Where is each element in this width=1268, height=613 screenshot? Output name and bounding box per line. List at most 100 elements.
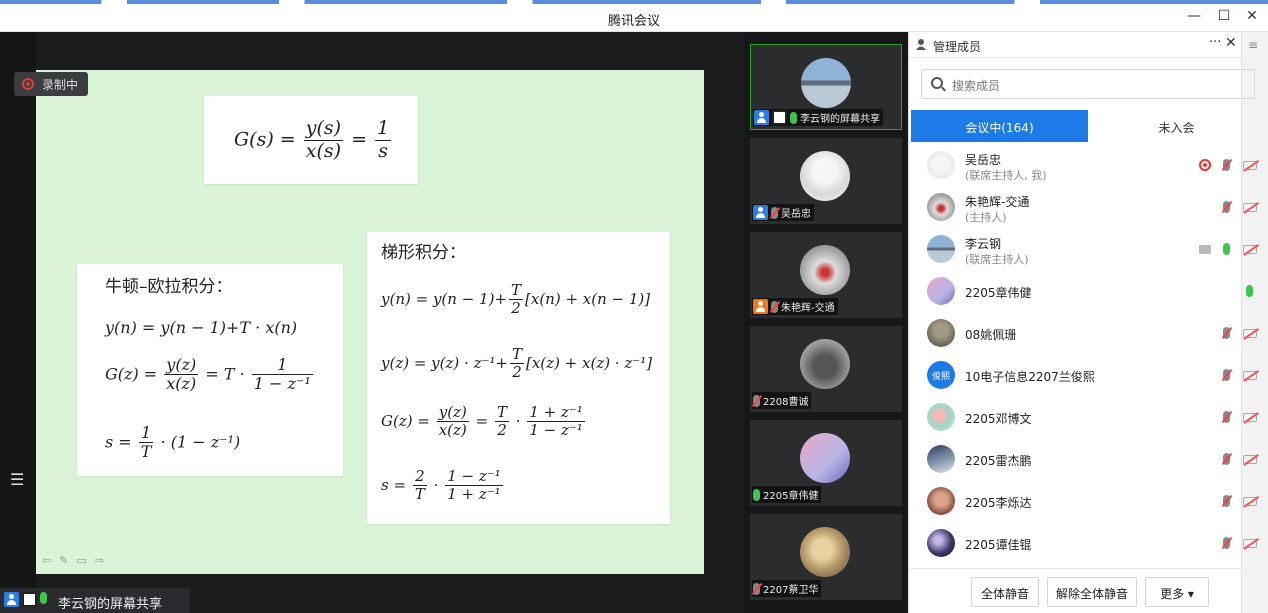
trap-eq2: y(z) = y(z) · z⁻¹+ T 2 [x(z) + x(z) · z⁻¹] bbox=[381, 345, 653, 382]
maximize-icon[interactable]: ☐ bbox=[1212, 8, 1236, 24]
tab-in-meeting[interactable]: 会议中(164) bbox=[911, 110, 1088, 142]
trap-eq3-f3-den: 1 − z⁻¹ bbox=[529, 421, 583, 440]
avatar bbox=[927, 319, 955, 347]
avatar bbox=[800, 339, 850, 389]
euler-eq3-lhs: s = bbox=[105, 432, 132, 452]
video-strip: 李云钢的屏幕共享 吴岳忠 朱艳辉-交通 2208曹诚 2205章伟健 2207蔡… bbox=[744, 32, 908, 613]
trap-eq3-lhs: G(z) = bbox=[381, 411, 430, 430]
trap-eq3: G(z) = y(z) x(z) = T2 · 1 + z⁻¹ 1 − z⁻¹ bbox=[381, 403, 587, 440]
trap-eq3-dot: · bbox=[515, 411, 521, 430]
member-row[interactable]: 2205章伟健 bbox=[909, 271, 1265, 313]
euler-eq2-den: x(z) bbox=[166, 374, 197, 394]
presentation-slide: G(s) = y(s) x(s) = 1s 牛顿–欧拉积分： y(n) = y(n… bbox=[36, 70, 704, 574]
member-name: 吴岳忠 bbox=[965, 153, 1002, 167]
member-name: 10电子信息2207兰俊熙 bbox=[965, 370, 1095, 384]
formula-gs: G(s) = y(s) x(s) = 1s bbox=[234, 117, 392, 162]
more-options-icon[interactable]: ··· bbox=[1209, 35, 1221, 50]
members-icon bbox=[916, 39, 926, 50]
trapezoid-box: 梯形积分： y(n) = y(n − 1)+ T 2 [x(n) + x(n − 1)… bbox=[367, 232, 670, 524]
member-row[interactable]: 08姚佩珊 bbox=[909, 313, 1265, 355]
more-button[interactable]: 更多 ▾ bbox=[1145, 577, 1209, 607]
mic-off-icon bbox=[771, 300, 778, 313]
camera-off-icon[interactable] bbox=[1243, 245, 1257, 254]
video-tile[interactable]: 李云钢的屏幕共享 bbox=[750, 44, 902, 130]
member-row[interactable]: 2205谭佳锟 bbox=[909, 523, 1265, 565]
unmute-all-button[interactable]: 解除全体静音 bbox=[1047, 577, 1137, 607]
trap-eq3-f2-den: 2 bbox=[497, 421, 507, 440]
member-row[interactable]: 俊熙 10电子信息2207兰俊熙 bbox=[909, 355, 1265, 397]
member-row[interactable]: 吴岳忠 (联席主持人, 我) bbox=[909, 145, 1265, 187]
avatar: 俊熙 bbox=[927, 361, 955, 389]
euler-eq2-den2: 1 − z⁻¹ bbox=[253, 374, 311, 394]
euler-heading: 牛顿–欧拉积分： bbox=[105, 277, 233, 297]
trap-eq4-f1-num: 2 bbox=[412, 467, 427, 487]
camera-off-icon[interactable] bbox=[1243, 497, 1257, 506]
member-row[interactable]: 2205邓博文 bbox=[909, 397, 1265, 439]
mic-off-icon[interactable] bbox=[1223, 159, 1230, 171]
trap-eq3-f1-num: y(z) bbox=[436, 403, 469, 423]
window-title: 腾讯会议 bbox=[607, 14, 660, 29]
recording-indicator[interactable]: 录制中 bbox=[14, 72, 88, 96]
mic-off-icon[interactable] bbox=[1223, 201, 1230, 213]
avatar bbox=[927, 151, 955, 179]
slide-nav-tools[interactable]: ⇦✎▭⇨ bbox=[42, 554, 112, 567]
tile-label: 2208曹诚 bbox=[763, 397, 809, 408]
trap-eq1: y(n) = y(n − 1)+ T 2 [x(n) + x(n − 1)] bbox=[381, 281, 650, 318]
member-row[interactable]: 2205雷杰鹏 bbox=[909, 439, 1265, 481]
search-input[interactable]: 搜索成员 bbox=[921, 69, 1255, 99]
camera-off-icon[interactable] bbox=[1243, 203, 1257, 212]
stage-left-margin bbox=[0, 32, 36, 613]
member-name: 2205雷杰鹏 bbox=[965, 454, 1032, 468]
trap-eq4: s = 2T · 1 − z⁻¹ 1 + z⁻¹ bbox=[381, 467, 505, 504]
mic-off-icon[interactable] bbox=[1223, 411, 1230, 423]
camera-off-icon[interactable] bbox=[1243, 329, 1257, 338]
tab-not-joined[interactable]: 未入会 bbox=[1088, 110, 1265, 142]
search-placeholder: 搜索成员 bbox=[952, 79, 1001, 93]
euler-eq3-rhs: · (1 − z⁻¹) bbox=[160, 432, 241, 452]
member-row[interactable]: 李云钢 (联席主持人) bbox=[909, 229, 1265, 271]
list-icon[interactable]: ☰ bbox=[10, 470, 24, 489]
video-tile[interactable]: 2205章伟健 bbox=[750, 420, 902, 506]
mic-off-icon[interactable] bbox=[1223, 327, 1230, 339]
shared-screen-stage: G(s) = y(s) x(s) = 1s 牛顿–欧拉积分： y(n) = y(n… bbox=[0, 32, 744, 613]
close-window-icon[interactable]: ✕ bbox=[1240, 8, 1264, 24]
member-name: 李云钢 bbox=[965, 237, 1002, 251]
mic-off-icon[interactable] bbox=[1223, 495, 1230, 507]
trap-eq2-rhs: [x(z) + x(z) · z⁻¹] bbox=[526, 353, 653, 372]
camera-off-icon[interactable] bbox=[1243, 371, 1257, 380]
video-tile[interactable]: 2207蔡卫华 bbox=[750, 514, 902, 600]
mic-on-icon[interactable] bbox=[1246, 285, 1253, 297]
camera-off-icon[interactable] bbox=[1243, 539, 1257, 548]
mic-off-icon[interactable] bbox=[1223, 453, 1230, 465]
member-row[interactable]: 朱艳辉-交通 (主持人) bbox=[909, 187, 1265, 229]
mic-off-icon[interactable] bbox=[1223, 537, 1230, 549]
video-tile[interactable]: 朱艳辉-交通 bbox=[750, 232, 902, 318]
title-bar: 腾讯会议 — ☐ ✕ bbox=[0, 4, 1268, 32]
trap-eq4-f2-den: 1 + z⁻¹ bbox=[447, 485, 501, 504]
close-panel-icon[interactable]: ✕ bbox=[1225, 35, 1237, 51]
panel-footer: 全体静音 解除全体静音 更多 ▾ bbox=[909, 568, 1241, 613]
video-tile[interactable]: 2208曹诚 bbox=[750, 326, 902, 412]
user-icon bbox=[753, 299, 768, 314]
avatar bbox=[800, 527, 850, 577]
mic-on-icon bbox=[790, 111, 797, 124]
panel-title: 管理成员 bbox=[933, 40, 982, 54]
camera-off-icon[interactable] bbox=[1243, 413, 1257, 422]
video-tile[interactable]: 吴岳忠 bbox=[750, 138, 902, 224]
camera-off-icon[interactable] bbox=[1243, 455, 1257, 464]
menu-icon[interactable]: ≡ bbox=[1248, 38, 1258, 52]
mic-on-icon bbox=[753, 488, 760, 501]
mic-off-icon[interactable] bbox=[1223, 369, 1230, 381]
screen-share-icon bbox=[22, 592, 37, 607]
panel-header: 管理成员 ··· ✕ bbox=[909, 32, 1241, 58]
euler-eq3: s = 1T · (1 − z⁻¹) bbox=[105, 423, 241, 462]
trap-eq4-f1-den: T bbox=[414, 485, 425, 504]
mic-on-icon[interactable] bbox=[1223, 243, 1230, 255]
tile-label: 吴岳忠 bbox=[781, 209, 811, 220]
minimize-icon[interactable]: — bbox=[1182, 8, 1206, 24]
camera-off-icon[interactable] bbox=[1243, 161, 1257, 170]
mute-all-button[interactable]: 全体静音 bbox=[971, 577, 1039, 607]
trap-eq4-lhs: s = bbox=[381, 475, 407, 494]
member-row[interactable]: 2205李烁达 bbox=[909, 481, 1265, 523]
search-icon bbox=[931, 77, 943, 89]
